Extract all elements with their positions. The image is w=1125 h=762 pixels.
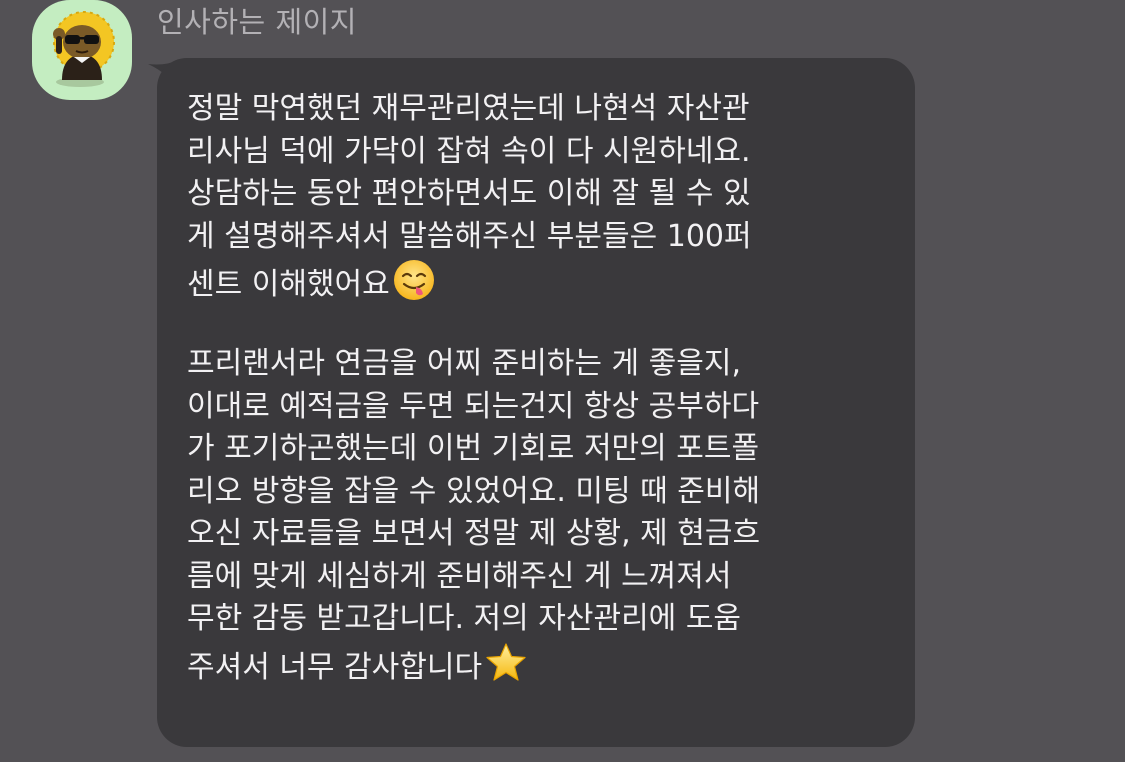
- message-line: 게 설명해주셔서 말씀해주신 부분들은 100퍼: [187, 218, 752, 254]
- sender-name: 인사하는 제이지: [157, 5, 357, 39]
- yum-face-icon: [393, 260, 434, 300]
- message-line: 리사님 덕에 가닥이 잡혀 속이 다 시원하네요.: [187, 133, 751, 169]
- message-line-text: 주셔서 너무 감사합니다: [187, 649, 483, 685]
- message-line: 센트 이해했어요: [187, 258, 895, 302]
- message-line: 리오 방향을 잡을 수 있었어요. 미팅 때 준비해: [187, 473, 761, 509]
- message-line: 오신 자료들을 보면서 정말 제 상황, 제 현금흐: [187, 516, 761, 551]
- message-line: 프리랜서라 연금을 어찌 준비하는 게 좋을지,: [187, 346, 742, 381]
- message-line: 무한 감동 받고갑니다. 저의 자산관리에 도움: [187, 601, 742, 636]
- profile-avatar[interactable]: [32, 0, 132, 100]
- message-text: 정말 막연했던 재무관리였는데 나현석 자산관 리사님 덕에 가닥이 잡혀 속이…: [187, 88, 895, 685]
- message-line: 주셔서 너무 감사합니다: [187, 641, 895, 685]
- message-line: 이대로 예적금을 두면 되는건지 항상 공부하다: [187, 388, 760, 424]
- message-line: 름에 맞게 세심하게 준비해주신 게 느껴져서: [187, 558, 732, 594]
- message-line: 상담하는 동안 편안하면서도 이해 잘 될 수 있: [187, 176, 751, 211]
- character-avatar-icon: [53, 11, 115, 87]
- message-line: 정말 막연했던 재무관리였는데 나현석 자산관: [187, 91, 750, 126]
- star-icon: [486, 642, 526, 681]
- chat-screen: 인사하는 제이지 정말 막연했던 재무관리였는데 나현석 자산관 리사님 덕에 …: [0, 0, 1125, 762]
- message-bubble[interactable]: 정말 막연했던 재무관리였는데 나현석 자산관 리사님 덕에 가닥이 잡혀 속이…: [157, 58, 915, 747]
- message-line: 가 포기하곤했는데 이번 기회로 저만의 포트폴: [187, 431, 760, 466]
- message-line-text: 센트 이해했어요: [187, 267, 390, 302]
